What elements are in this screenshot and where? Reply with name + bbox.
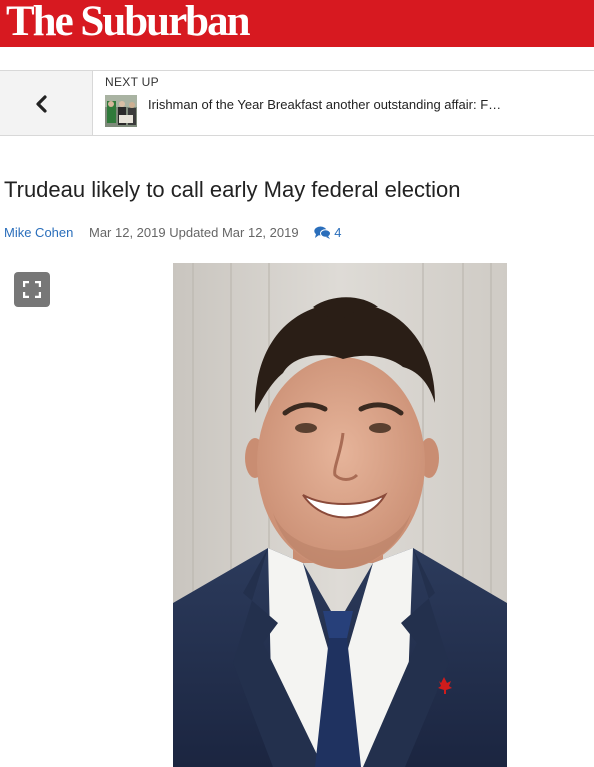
author-link[interactable]: Mike Cohen bbox=[4, 225, 73, 240]
masthead: The Suburban bbox=[0, 0, 594, 47]
next-up-bar: NEXT UP Irishman of the Year Breakfast a… bbox=[0, 70, 594, 136]
comments-icon bbox=[314, 226, 332, 239]
expand-icon bbox=[23, 281, 41, 298]
next-up-label: NEXT UP bbox=[105, 75, 159, 89]
article-meta: Mike Cohen Mar 12, 2019 Updated Mar 12, … bbox=[4, 225, 341, 241]
site-logo[interactable]: The Suburban bbox=[6, 0, 251, 47]
next-up-title[interactable]: Irishman of the Year Breakfast another o… bbox=[148, 97, 568, 112]
fullscreen-button[interactable] bbox=[14, 272, 50, 307]
publish-dates: Mar 12, 2019 Updated Mar 12, 2019 bbox=[89, 225, 299, 240]
chevron-left-icon bbox=[36, 95, 47, 113]
next-up-thumbnail[interactable] bbox=[105, 95, 137, 127]
comments-link[interactable]: 4 bbox=[314, 225, 341, 241]
comment-count: 4 bbox=[334, 225, 342, 240]
back-button[interactable] bbox=[0, 71, 93, 135]
article-headline: Trudeau likely to call early May federal… bbox=[4, 177, 461, 202]
article-photo[interactable] bbox=[173, 263, 507, 767]
